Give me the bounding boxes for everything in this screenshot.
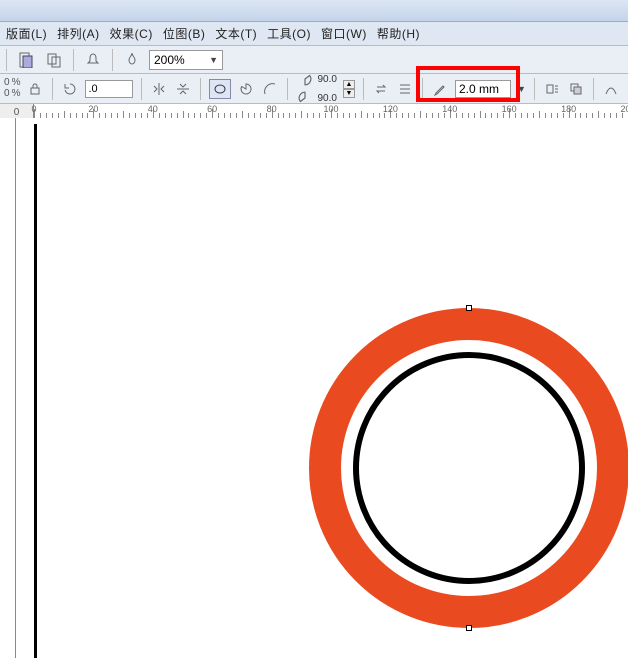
drawing-canvas[interactable] xyxy=(34,118,628,658)
angle-end-value: 90.0 xyxy=(317,93,336,104)
separator xyxy=(73,49,74,71)
ruler-label: 200 xyxy=(620,104,628,114)
page-edge xyxy=(34,124,37,658)
rotation-input[interactable] xyxy=(85,80,133,98)
percent-unit: % xyxy=(12,78,21,88)
scale-y-value: 0 xyxy=(4,89,10,99)
align-distribute-icon[interactable] xyxy=(396,80,414,98)
zoom-value: 200% xyxy=(154,53,185,67)
dropdown-caret-icon: ▼ xyxy=(209,55,218,65)
title-bar xyxy=(0,0,628,22)
circle-artwork[interactable] xyxy=(309,308,628,628)
arc-tool-icon[interactable] xyxy=(261,80,279,98)
separator xyxy=(52,78,53,100)
lock-aspect-icon[interactable] xyxy=(26,80,44,98)
ellipse-tool-icon[interactable] xyxy=(209,79,231,99)
mirror-v-icon[interactable] xyxy=(174,80,192,98)
menu-bar: 版面(L) 排列(A) 效果(C) 位图(B) 文本(T) 工具(O) 窗口(W… xyxy=(0,22,628,46)
scale-percent-block: 0% 0% xyxy=(4,78,20,99)
menu-effects[interactable]: 效果(C) xyxy=(110,25,153,42)
separator xyxy=(363,78,364,100)
bell-icon[interactable] xyxy=(82,49,104,71)
convert-curves-icon[interactable] xyxy=(602,80,620,98)
stepper-down-icon[interactable]: ▼ xyxy=(343,89,355,98)
separator xyxy=(534,78,535,100)
vertical-ruler xyxy=(0,118,16,658)
percent-unit: % xyxy=(12,89,21,99)
angle-start-icon xyxy=(296,70,314,88)
outline-width-value: 2.0 mm xyxy=(459,82,499,96)
ruler-label: 40 xyxy=(148,104,158,114)
stepper-up-icon[interactable]: ▲ xyxy=(343,80,355,89)
menu-window[interactable]: 窗口(W) xyxy=(321,25,367,42)
ruler-label: 80 xyxy=(267,104,277,114)
property-toolbar: 0% 0% 90.0 90.0 ▲ ▼ 2.0 mm ▼ xyxy=(0,74,628,104)
pie-tool-icon[interactable] xyxy=(237,80,255,98)
ruler-label: 0 xyxy=(31,104,36,114)
angle-stepper[interactable]: ▲ ▼ xyxy=(343,80,355,98)
separator xyxy=(141,78,142,100)
scale-x-value: 0 xyxy=(4,78,10,88)
zoom-level[interactable]: 200% ▼ xyxy=(149,50,223,70)
ruler-label: 60 xyxy=(207,104,217,114)
selection-handle-top[interactable] xyxy=(466,305,472,311)
separator xyxy=(287,78,288,100)
page-duplicate-icon[interactable] xyxy=(43,49,65,71)
separator xyxy=(200,78,201,100)
separator xyxy=(112,49,113,71)
arc-angle-block: 90.0 90.0 xyxy=(296,70,336,107)
separator xyxy=(6,49,7,71)
menu-text[interactable]: 文本(T) xyxy=(215,25,257,42)
outline-width[interactable]: 2.0 mm xyxy=(455,80,511,98)
menu-tools[interactable]: 工具(O) xyxy=(267,25,311,42)
menu-help[interactable]: 帮助(H) xyxy=(377,25,420,42)
ruler-origin-value: 0 xyxy=(14,107,20,118)
separator xyxy=(593,78,594,100)
dropdown-caret-icon[interactable]: ▼ xyxy=(517,84,526,94)
menu-bitmaps[interactable]: 位图(B) xyxy=(163,25,206,42)
angle-start-value: 90.0 xyxy=(317,74,336,85)
wrap-text-icon[interactable] xyxy=(543,80,561,98)
rotate-icon[interactable] xyxy=(61,80,79,98)
swap-direction-icon[interactable] xyxy=(372,80,390,98)
ruler-label: 20 xyxy=(88,104,98,114)
menu-arrange[interactable]: 排列(A) xyxy=(57,25,100,42)
selection-handle-bottom[interactable] xyxy=(466,625,472,631)
workspace xyxy=(0,118,628,658)
inner-ring[interactable] xyxy=(353,352,585,584)
flame-icon[interactable] xyxy=(121,49,143,71)
page-icon[interactable] xyxy=(15,49,37,71)
pen-outline-icon[interactable] xyxy=(431,80,449,98)
separator xyxy=(422,78,423,100)
to-front-icon[interactable] xyxy=(567,80,585,98)
menu-layout[interactable]: 版面(L) xyxy=(6,25,47,42)
mirror-h-icon[interactable] xyxy=(150,80,168,98)
